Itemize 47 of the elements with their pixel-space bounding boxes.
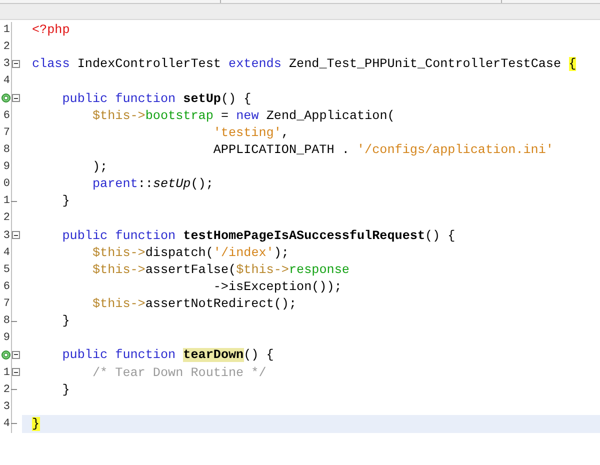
line-number: 3 bbox=[3, 400, 10, 413]
line-number: 2 bbox=[3, 41, 10, 54]
code-line: $this->assertFalse($this->response bbox=[91, 262, 350, 277]
line-number: 8 bbox=[3, 315, 10, 328]
code-line: public function tearDown() { bbox=[61, 348, 274, 362]
fold-toggle[interactable] bbox=[12, 231, 20, 239]
line-number: 9 bbox=[3, 332, 10, 344]
code-line: $this->assertNotRedirect(); bbox=[91, 297, 297, 312]
code-line: ->isException()); bbox=[212, 280, 342, 294]
code-line: /* Tear Down Routine */ bbox=[91, 366, 266, 380]
code-line: 'testing', bbox=[212, 126, 289, 140]
code-line: ); bbox=[91, 160, 108, 174]
line-number: 1 bbox=[3, 195, 10, 208]
line-number: 2 bbox=[3, 384, 10, 396]
line-number: 7 bbox=[3, 298, 10, 310]
code-line: <?php bbox=[32, 23, 70, 38]
code-line: $this->bootstrap = new Zend_Application( bbox=[91, 108, 395, 123]
code-line: public function setUp() { bbox=[61, 92, 252, 106]
line-number: 4 bbox=[3, 418, 10, 430]
line-number: 4 bbox=[3, 246, 10, 259]
line-number: 6 bbox=[3, 280, 10, 293]
code-line: APPLICATION_PATH . '/configs/application.ini' bbox=[212, 142, 554, 157]
line-number: 1 bbox=[3, 366, 10, 379]
line-number: 2 bbox=[3, 212, 10, 224]
ring-marker-icon[interactable] bbox=[1, 93, 11, 103]
code-line: public function testHomePageIsASuccessfulRequest() { bbox=[61, 228, 456, 243]
line-number: 3 bbox=[3, 230, 10, 242]
line-number: 0 bbox=[3, 178, 10, 190]
code-line: parent::setUp(); bbox=[91, 177, 214, 192]
code-line: } bbox=[61, 314, 70, 328]
fold-toggle[interactable] bbox=[12, 60, 20, 68]
fold-toggle[interactable] bbox=[12, 94, 20, 102]
fold-toggle[interactable] bbox=[12, 350, 20, 359]
line-number: 3 bbox=[3, 58, 10, 70]
code-line: $this->dispatch('/index'); bbox=[91, 246, 289, 260]
code-line: class IndexControllerTest extends Zend_Test_PHPUnit_ControllerTestCase { bbox=[32, 57, 576, 72]
line-number: 8 bbox=[3, 144, 10, 156]
line-number: 1 bbox=[3, 24, 10, 36]
code-line: } bbox=[61, 194, 70, 208]
code-line: } bbox=[61, 382, 70, 397]
fold-toggle[interactable] bbox=[12, 368, 20, 376]
line-number: 9 bbox=[3, 161, 10, 174]
line-number: 6 bbox=[3, 110, 10, 122]
line-number: 4 bbox=[3, 75, 10, 88]
line-number: 7 bbox=[3, 126, 10, 139]
line-number: 5 bbox=[3, 264, 10, 276]
ring-marker-icon[interactable] bbox=[1, 350, 11, 360]
